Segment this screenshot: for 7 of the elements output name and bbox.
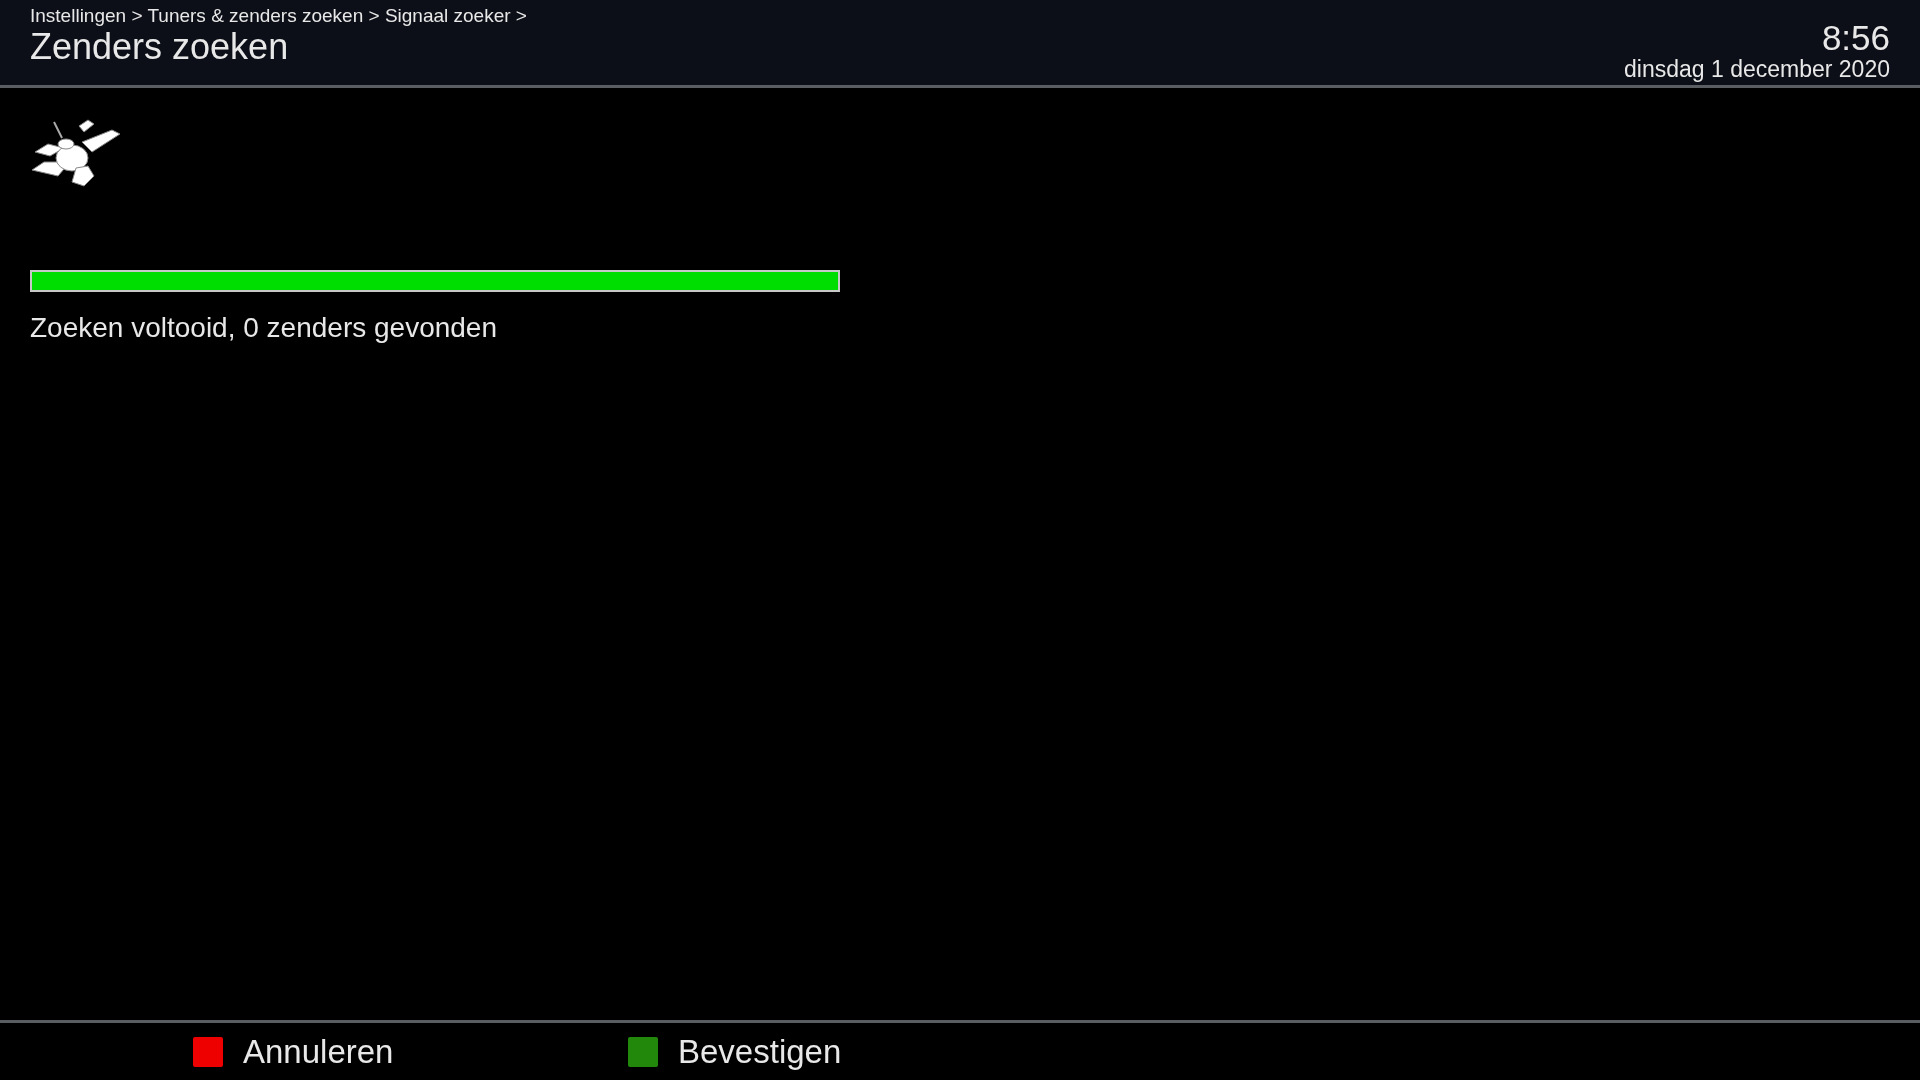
- color-key-button[interactable]: Annuleren: [193, 1032, 628, 1071]
- clock-date: dinsdag 1 december 2020: [1624, 56, 1890, 82]
- screen-title: Zenders zoeken: [30, 27, 290, 67]
- breadcrumb: Instellingen > Tuners & zenders zoeken > Signaal zoeker >: [30, 5, 527, 27]
- color-key-button[interactable]: Bevestigen: [628, 1032, 1063, 1071]
- clock-time: 8:56: [1821, 20, 1890, 56]
- status-text: Zoeken voltooid, 0 zenders gevonden: [30, 312, 497, 344]
